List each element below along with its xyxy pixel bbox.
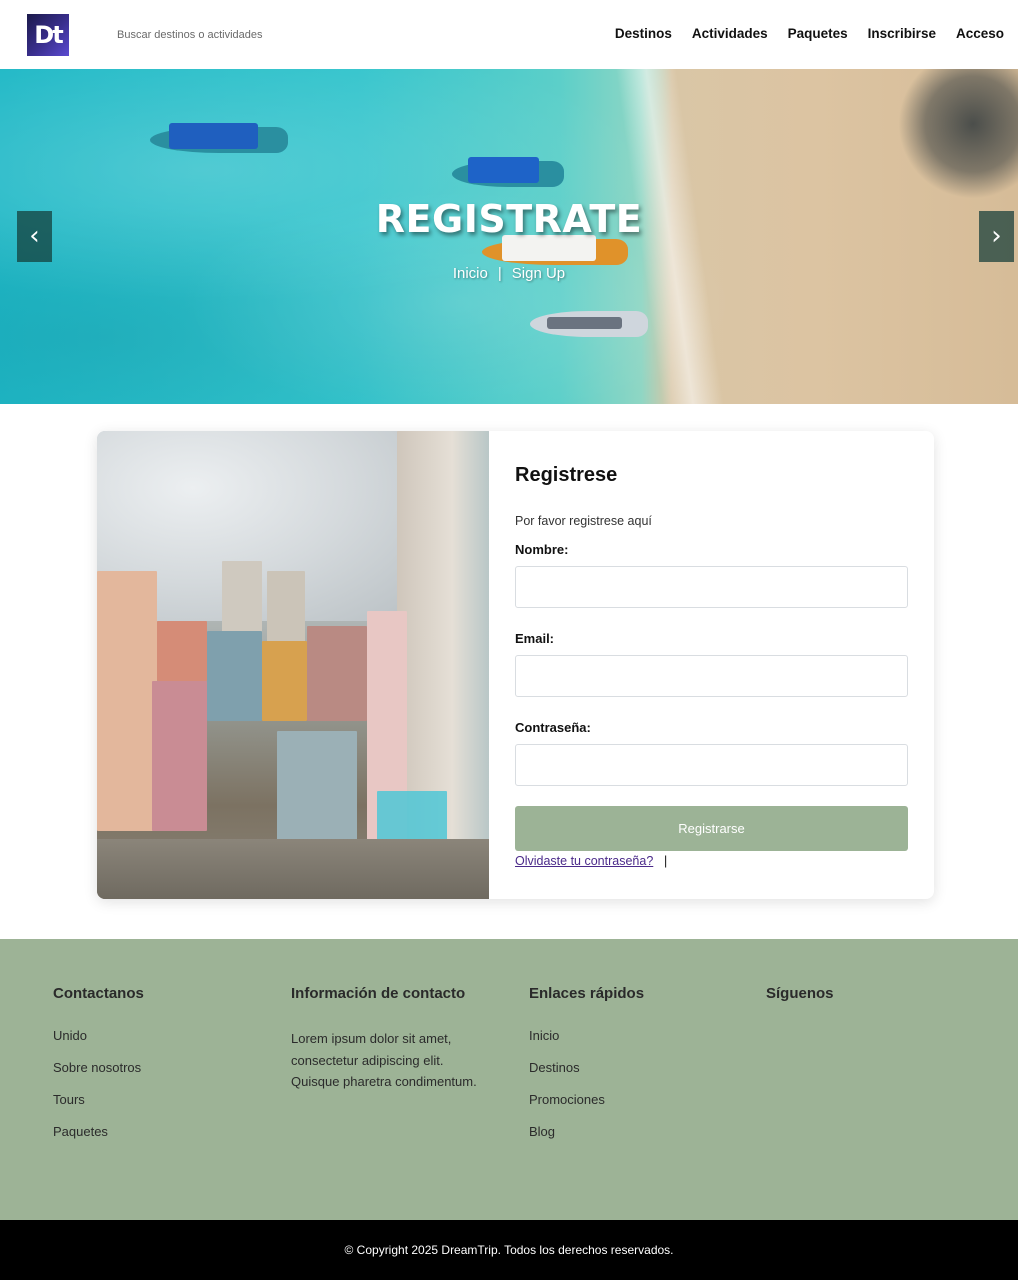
breadcrumb-home[interactable]: Inicio [453, 265, 488, 282]
logo[interactable]: Dt [27, 14, 69, 56]
city-photo [97, 431, 489, 899]
email-field[interactable] [515, 655, 908, 697]
footer-link-blog[interactable]: Blog [529, 1124, 644, 1139]
footer-heading: Información de contacto [291, 985, 466, 1002]
boat-image [482, 235, 628, 265]
nav-destinos[interactable]: Destinos [615, 26, 672, 41]
footer-col-contact: Contactanos Unido Sobre nosotros Tours P… [53, 985, 144, 1156]
house-building [262, 641, 307, 721]
boat-image [150, 123, 288, 153]
form-title: Registrese [515, 464, 618, 486]
house-building [97, 571, 157, 831]
cobblestone-street [97, 839, 489, 899]
house-building [307, 626, 367, 721]
facade-building [397, 431, 489, 841]
footer-link-unido[interactable]: Unido [53, 1028, 144, 1043]
footer-heading: Contactanos [53, 985, 144, 1002]
main-nav: Destinos Actividades Paquetes Inscribirs… [615, 26, 1004, 41]
password-label: Contraseña: [515, 720, 591, 735]
breadcrumb-current: Sign Up [511, 265, 566, 282]
search-input[interactable] [117, 24, 337, 46]
footer-link-inicio[interactable]: Inicio [529, 1028, 644, 1043]
nav-inscribirse[interactable]: Inscribirse [868, 26, 936, 41]
site-footer: Contactanos Unido Sobre nosotros Tours P… [0, 939, 1018, 1220]
footer-heading: Enlaces rápidos [529, 985, 645, 1002]
house-building [152, 681, 207, 831]
footer-link-sobre-nosotros[interactable]: Sobre nosotros [53, 1060, 144, 1075]
copyright-bar: © Copyright 2025 DreamTrip. Todos los de… [0, 1220, 1018, 1280]
form-subtitle: Por favor registrese aquí [515, 514, 652, 528]
password-field[interactable] [515, 744, 908, 786]
register-button[interactable]: Registrarse [515, 806, 908, 851]
shop-awning [377, 791, 447, 846]
name-label: Nombre: [515, 542, 569, 557]
hero-title: REGISTRATE [375, 197, 643, 241]
footer-info-text: Lorem ipsum dolor sit amet, consectetur … [291, 1031, 477, 1089]
footer-link-tours[interactable]: Tours [53, 1092, 144, 1107]
footer-link-paquetes[interactable]: Paquetes [53, 1124, 144, 1139]
house-building [277, 731, 357, 841]
boat-image [452, 157, 564, 187]
site-header: Dt Destinos Actividades Paquetes Inscrib… [0, 0, 1018, 69]
boat-image [530, 311, 648, 337]
forgot-separator: | [664, 854, 668, 868]
nav-paquetes[interactable]: Paquetes [788, 26, 848, 41]
house-building [207, 631, 262, 721]
footer-link-promociones[interactable]: Promociones [529, 1092, 644, 1107]
footer-col-info: Información de contacto Lorem ipsum dolo… [291, 985, 491, 1093]
nav-acceso[interactable]: Acceso [956, 26, 1004, 41]
nav-actividades[interactable]: Actividades [692, 26, 768, 41]
footer-heading: Síguenos [766, 985, 834, 1002]
signup-card: Registrese Por favor registrese aquí Nom… [97, 431, 934, 899]
chevron-left-icon[interactable]: ‹ [17, 211, 52, 262]
breadcrumb: Inicio | Sign Up [0, 265, 1018, 282]
footer-col-social: Síguenos [766, 985, 834, 1028]
chevron-right-icon[interactable]: › [979, 211, 1014, 262]
hero-banner: REGISTRATE Inicio | Sign Up ‹ › [0, 69, 1018, 404]
footer-link-destinos[interactable]: Destinos [529, 1060, 644, 1075]
breadcrumb-separator: | [497, 265, 502, 282]
email-label: Email: [515, 631, 555, 646]
footer-col-quicklinks: Enlaces rápidos Inicio Destinos Promocio… [529, 985, 644, 1156]
forgot-password-link[interactable]: Olvidaste tu contraseña? [515, 854, 653, 868]
house-building [157, 621, 207, 681]
name-field[interactable] [515, 566, 908, 608]
